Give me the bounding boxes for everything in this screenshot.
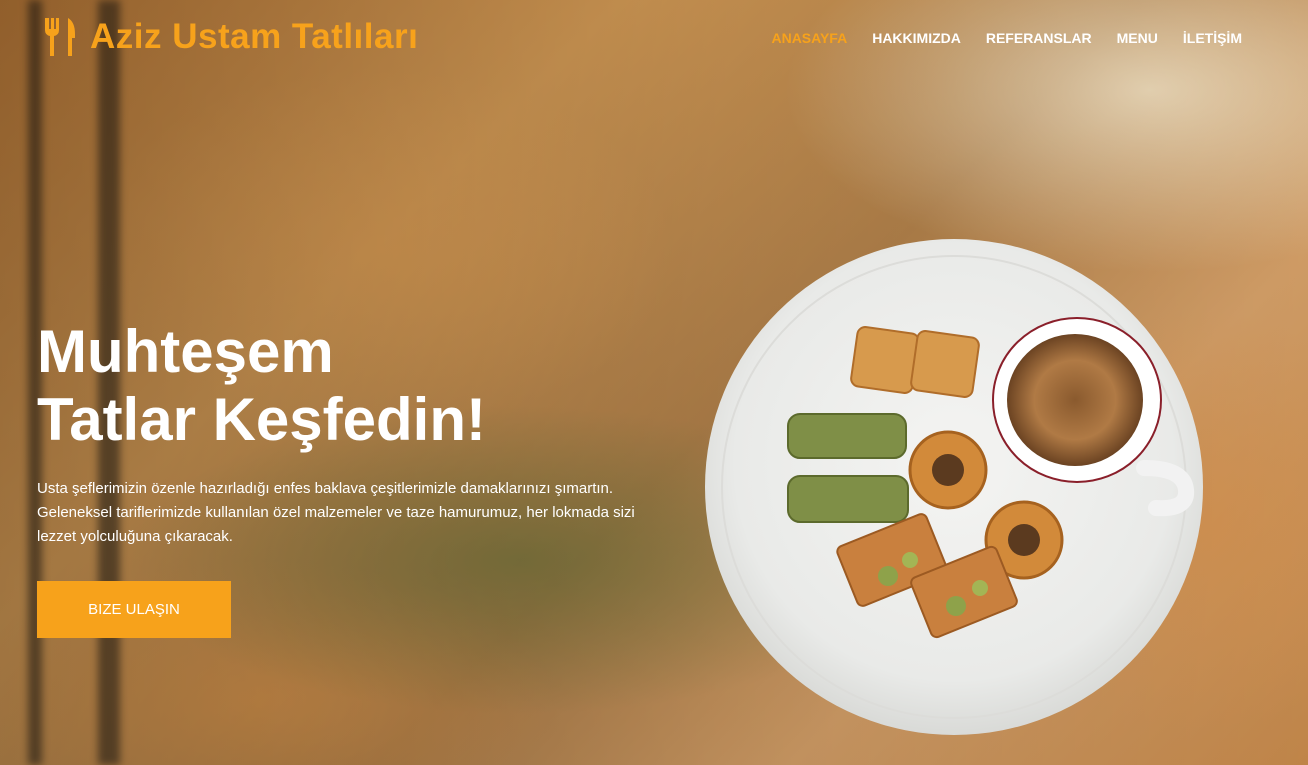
brand-name: Aziz Ustam Tatlıları (90, 17, 419, 56)
nav-item-referanslar[interactable]: REFERANSLAR (986, 30, 1092, 46)
nav-item-iletisim[interactable]: İLETİŞİM (1183, 30, 1242, 46)
main-nav: ANASAYFA HAKKIMIZDA REFERANSLAR MENU İLE… (771, 30, 1242, 46)
hero-title-line-1: Muhteşem (37, 318, 334, 385)
site-header: Aziz Ustam Tatlıları ANASAYFA HAKKIMIZDA… (0, 0, 1308, 80)
nav-item-anasayfa[interactable]: ANASAYFA (771, 30, 847, 46)
hero-title-line-2: Tatlar Keşfedin! (37, 386, 486, 453)
nav-item-menu[interactable]: MENU (1117, 30, 1158, 46)
utensils-icon (45, 18, 75, 56)
nav-item-hakkimizda[interactable]: HAKKIMIZDA (872, 30, 961, 46)
hero-title: Muhteşem Tatlar Keşfedin! (37, 318, 597, 454)
contact-us-button[interactable]: BIZE ULAŞIN (37, 581, 231, 638)
brand-logo-link[interactable]: Aziz Ustam Tatlıları (42, 16, 418, 58)
hero-description: Usta şeflerimizin özenle hazırladığı enf… (37, 480, 635, 545)
dessert-plate-image (705, 239, 1203, 735)
